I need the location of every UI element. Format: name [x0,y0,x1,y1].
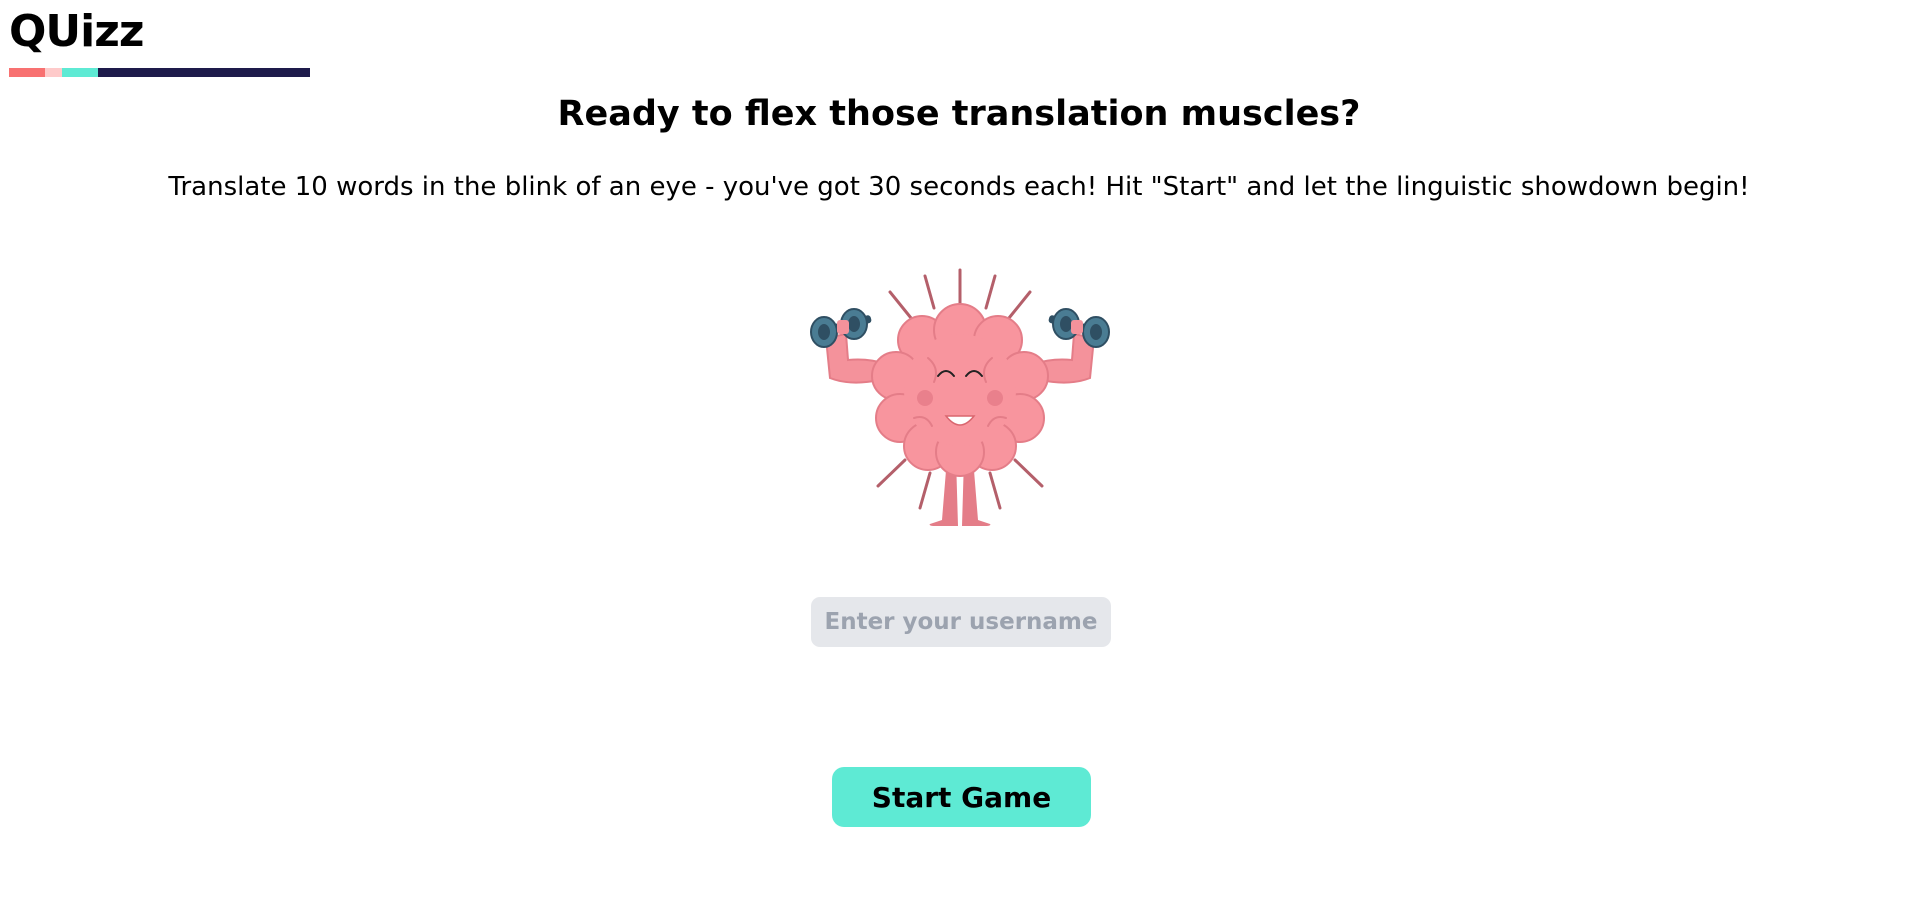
brain-lifting-dumbbells-icon [810,268,1110,526]
brand-bar-navy [98,68,310,77]
start-game-button[interactable]: Start Game [832,767,1091,827]
brand-bar-pink [45,68,62,77]
page-subtitle: Translate 10 words in the blink of an ey… [168,172,1750,202]
username-input[interactable] [811,597,1111,647]
brand-bar-red [9,68,45,77]
brand-color-bar [9,68,310,77]
brand-bar-teal [62,68,98,77]
brand: QUizz [9,10,310,77]
page-title: Ready to flex those translation muscles? [557,94,1361,134]
app-title: QUizz [9,6,144,57]
quiz-start-page: QUizz Ready to flex those translation mu… [0,0,1918,909]
